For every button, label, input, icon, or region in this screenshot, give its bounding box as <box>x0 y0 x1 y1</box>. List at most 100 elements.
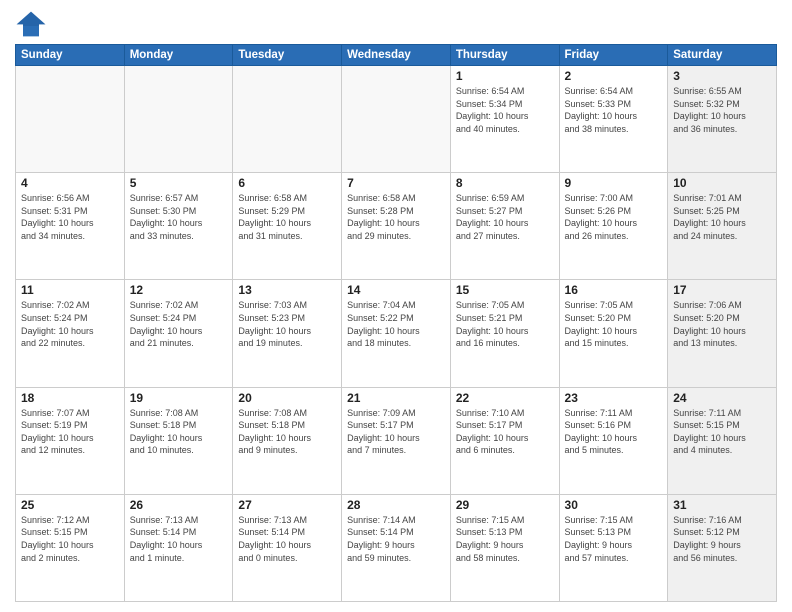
day-number: 27 <box>238 498 336 512</box>
day-info: Sunrise: 7:14 AM Sunset: 5:14 PM Dayligh… <box>347 514 445 564</box>
calendar-cell: 21 Sunrise: 7:09 AM Sunset: 5:17 PM Dayli… <box>342 387 451 494</box>
logo-icon <box>15 10 47 38</box>
calendar-cell <box>233 66 342 173</box>
day-number: 3 <box>673 69 771 83</box>
day-number: 10 <box>673 176 771 190</box>
day-number: 16 <box>565 283 663 297</box>
day-number: 19 <box>130 391 228 405</box>
day-info: Sunrise: 7:13 AM Sunset: 5:14 PM Dayligh… <box>130 514 228 564</box>
day-info: Sunrise: 7:00 AM Sunset: 5:26 PM Dayligh… <box>565 192 663 242</box>
weekday-header-saturday: Saturday <box>668 45 777 66</box>
calendar-cell: 24 Sunrise: 7:11 AM Sunset: 5:15 PM Dayli… <box>668 387 777 494</box>
day-number: 22 <box>456 391 554 405</box>
calendar-cell <box>16 66 125 173</box>
calendar-cell: 3 Sunrise: 6:55 AM Sunset: 5:32 PM Daylig… <box>668 66 777 173</box>
day-info: Sunrise: 7:11 AM Sunset: 5:15 PM Dayligh… <box>673 407 771 457</box>
day-number: 30 <box>565 498 663 512</box>
day-number: 6 <box>238 176 336 190</box>
calendar-cell: 16 Sunrise: 7:05 AM Sunset: 5:20 PM Dayli… <box>559 280 668 387</box>
day-number: 28 <box>347 498 445 512</box>
page: SundayMondayTuesdayWednesdayThursdayFrid… <box>0 0 792 612</box>
logo <box>15 10 51 38</box>
day-number: 12 <box>130 283 228 297</box>
day-info: Sunrise: 7:15 AM Sunset: 5:13 PM Dayligh… <box>456 514 554 564</box>
day-info: Sunrise: 7:01 AM Sunset: 5:25 PM Dayligh… <box>673 192 771 242</box>
day-info: Sunrise: 7:07 AM Sunset: 5:19 PM Dayligh… <box>21 407 119 457</box>
calendar-cell: 2 Sunrise: 6:54 AM Sunset: 5:33 PM Daylig… <box>559 66 668 173</box>
calendar-cell: 11 Sunrise: 7:02 AM Sunset: 5:24 PM Dayli… <box>16 280 125 387</box>
day-number: 24 <box>673 391 771 405</box>
day-info: Sunrise: 6:54 AM Sunset: 5:34 PM Dayligh… <box>456 85 554 135</box>
calendar-cell: 5 Sunrise: 6:57 AM Sunset: 5:30 PM Daylig… <box>124 173 233 280</box>
calendar-cell: 22Sunrise: 7:10 AM Sunset: 5:17 PM Dayli… <box>450 387 559 494</box>
day-info: Sunrise: 7:16 AM Sunset: 5:12 PM Dayligh… <box>673 514 771 564</box>
day-number: 1 <box>456 69 554 83</box>
weekday-header-monday: Monday <box>124 45 233 66</box>
day-number: 4 <box>21 176 119 190</box>
day-number: 5 <box>130 176 228 190</box>
weekday-header-wednesday: Wednesday <box>342 45 451 66</box>
calendar-cell: 26 Sunrise: 7:13 AM Sunset: 5:14 PM Dayli… <box>124 494 233 601</box>
day-info: Sunrise: 6:59 AM Sunset: 5:27 PM Dayligh… <box>456 192 554 242</box>
calendar-cell: 15Sunrise: 7:05 AM Sunset: 5:21 PM Dayli… <box>450 280 559 387</box>
calendar-cell: 8 Sunrise: 6:59 AM Sunset: 5:27 PM Daylig… <box>450 173 559 280</box>
day-number: 2 <box>565 69 663 83</box>
day-number: 8 <box>456 176 554 190</box>
calendar-cell: 23 Sunrise: 7:11 AM Sunset: 5:16 PM Dayli… <box>559 387 668 494</box>
day-info: Sunrise: 7:06 AM Sunset: 5:20 PM Dayligh… <box>673 299 771 349</box>
calendar-cell: 19 Sunrise: 7:08 AM Sunset: 5:18 PM Dayli… <box>124 387 233 494</box>
day-info: Sunrise: 7:09 AM Sunset: 5:17 PM Dayligh… <box>347 407 445 457</box>
weekday-header-tuesday: Tuesday <box>233 45 342 66</box>
week-row-5: 25Sunrise: 7:12 AM Sunset: 5:15 PM Dayli… <box>16 494 777 601</box>
day-info: Sunrise: 6:55 AM Sunset: 5:32 PM Dayligh… <box>673 85 771 135</box>
day-number: 21 <box>347 391 445 405</box>
day-number: 18 <box>21 391 119 405</box>
day-info: Sunrise: 7:08 AM Sunset: 5:18 PM Dayligh… <box>130 407 228 457</box>
calendar-cell: 17Sunrise: 7:06 AM Sunset: 5:20 PM Dayli… <box>668 280 777 387</box>
day-info: Sunrise: 6:58 AM Sunset: 5:28 PM Dayligh… <box>347 192 445 242</box>
calendar-cell <box>124 66 233 173</box>
week-row-2: 4 Sunrise: 6:56 AM Sunset: 5:31 PM Daylig… <box>16 173 777 280</box>
calendar-cell: 13Sunrise: 7:03 AM Sunset: 5:23 PM Dayli… <box>233 280 342 387</box>
calendar-table: SundayMondayTuesdayWednesdayThursdayFrid… <box>15 44 777 602</box>
day-info: Sunrise: 6:58 AM Sunset: 5:29 PM Dayligh… <box>238 192 336 242</box>
calendar-cell: 9 Sunrise: 7:00 AM Sunset: 5:26 PM Daylig… <box>559 173 668 280</box>
day-info: Sunrise: 6:57 AM Sunset: 5:30 PM Dayligh… <box>130 192 228 242</box>
day-info: Sunrise: 7:12 AM Sunset: 5:15 PM Dayligh… <box>21 514 119 564</box>
day-number: 15 <box>456 283 554 297</box>
day-number: 29 <box>456 498 554 512</box>
calendar-cell: 10 Sunrise: 7:01 AM Sunset: 5:25 PM Dayli… <box>668 173 777 280</box>
calendar-cell: 27Sunrise: 7:13 AM Sunset: 5:14 PM Dayli… <box>233 494 342 601</box>
calendar-cell: 14 Sunrise: 7:04 AM Sunset: 5:22 PM Dayli… <box>342 280 451 387</box>
calendar-cell: 18 Sunrise: 7:07 AM Sunset: 5:19 PM Dayli… <box>16 387 125 494</box>
day-info: Sunrise: 7:02 AM Sunset: 5:24 PM Dayligh… <box>130 299 228 349</box>
calendar-cell: 28 Sunrise: 7:14 AM Sunset: 5:14 PM Dayli… <box>342 494 451 601</box>
day-number: 23 <box>565 391 663 405</box>
calendar-cell: 29 Sunrise: 7:15 AM Sunset: 5:13 PM Dayli… <box>450 494 559 601</box>
weekday-header-thursday: Thursday <box>450 45 559 66</box>
weekday-header-row: SundayMondayTuesdayWednesdayThursdayFrid… <box>16 45 777 66</box>
day-number: 31 <box>673 498 771 512</box>
day-number: 7 <box>347 176 445 190</box>
day-info: Sunrise: 7:05 AM Sunset: 5:20 PM Dayligh… <box>565 299 663 349</box>
header <box>15 10 777 38</box>
calendar-cell <box>342 66 451 173</box>
day-info: Sunrise: 6:54 AM Sunset: 5:33 PM Dayligh… <box>565 85 663 135</box>
calendar-cell: 12 Sunrise: 7:02 AM Sunset: 5:24 PM Dayli… <box>124 280 233 387</box>
day-info: Sunrise: 7:04 AM Sunset: 5:22 PM Dayligh… <box>347 299 445 349</box>
day-number: 9 <box>565 176 663 190</box>
day-info: Sunrise: 7:11 AM Sunset: 5:16 PM Dayligh… <box>565 407 663 457</box>
calendar-cell: 4 Sunrise: 6:56 AM Sunset: 5:31 PM Daylig… <box>16 173 125 280</box>
day-number: 14 <box>347 283 445 297</box>
calendar-cell: 20Sunrise: 7:08 AM Sunset: 5:18 PM Dayli… <box>233 387 342 494</box>
day-info: Sunrise: 7:15 AM Sunset: 5:13 PM Dayligh… <box>565 514 663 564</box>
day-info: Sunrise: 6:56 AM Sunset: 5:31 PM Dayligh… <box>21 192 119 242</box>
day-info: Sunrise: 7:02 AM Sunset: 5:24 PM Dayligh… <box>21 299 119 349</box>
calendar-cell: 7 Sunrise: 6:58 AM Sunset: 5:28 PM Daylig… <box>342 173 451 280</box>
day-number: 11 <box>21 283 119 297</box>
calendar-cell: 30 Sunrise: 7:15 AM Sunset: 5:13 PM Dayli… <box>559 494 668 601</box>
day-number: 26 <box>130 498 228 512</box>
week-row-4: 18 Sunrise: 7:07 AM Sunset: 5:19 PM Dayli… <box>16 387 777 494</box>
week-row-3: 11 Sunrise: 7:02 AM Sunset: 5:24 PM Dayli… <box>16 280 777 387</box>
calendar-cell: 6 Sunrise: 6:58 AM Sunset: 5:29 PM Daylig… <box>233 173 342 280</box>
